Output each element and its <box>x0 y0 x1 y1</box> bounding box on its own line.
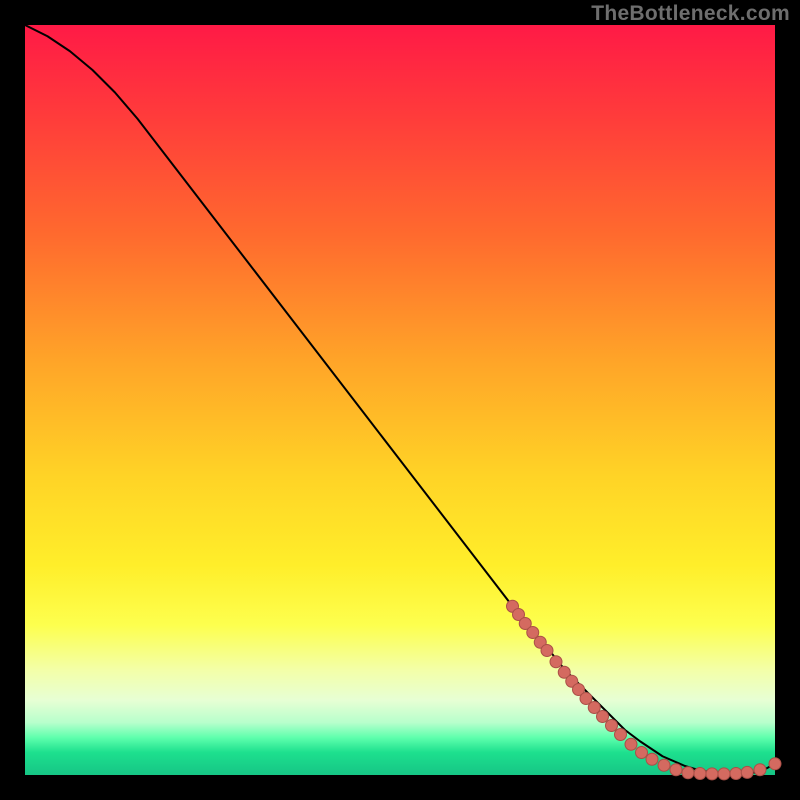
chart-marker <box>615 729 627 741</box>
chart-marker <box>754 764 766 776</box>
chart-marker <box>550 656 562 668</box>
chart-svg <box>25 25 775 775</box>
chart-marker <box>670 764 682 776</box>
chart-marker <box>606 720 618 732</box>
chart-frame: TheBottleneck.com <box>0 0 800 800</box>
chart-marker <box>625 738 637 750</box>
chart-curve <box>25 25 775 774</box>
chart-marker <box>769 758 781 770</box>
chart-marker <box>636 747 648 759</box>
chart-marker <box>658 759 670 771</box>
chart-marker <box>730 768 742 780</box>
chart-marker <box>718 768 730 780</box>
chart-marker <box>706 768 718 780</box>
watermark-text: TheBottleneck.com <box>591 2 790 26</box>
chart-plot-area <box>25 25 775 775</box>
chart-marker <box>694 768 706 780</box>
chart-markers <box>507 600 782 780</box>
chart-marker <box>741 766 753 778</box>
chart-marker <box>541 645 553 657</box>
chart-marker <box>682 767 694 779</box>
chart-marker <box>646 753 658 765</box>
chart-marker <box>597 711 609 723</box>
